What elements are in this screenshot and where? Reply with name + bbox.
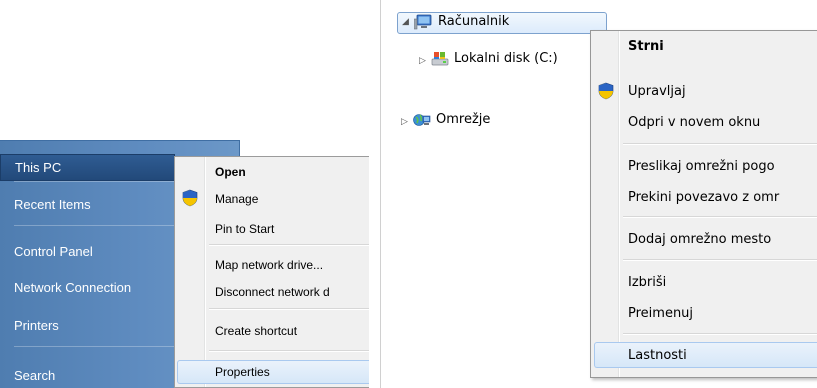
tree-item-local-disk[interactable]: Lokalni disk (C:) [454, 51, 558, 66]
menu-item-lastnosti[interactable]: Lastnosti [628, 348, 687, 363]
uac-shield-icon [182, 189, 198, 207]
menu-item-properties[interactable]: Properties [215, 365, 270, 379]
tree-item-computer[interactable]: Računalnik [438, 14, 509, 29]
menu-item-map-network-drive[interactable]: Map network drive... [215, 258, 323, 272]
menu-item-preslikaj-omrezni-pogon[interactable]: Preslikaj omrežni pogo [628, 159, 775, 174]
menu-separator [623, 216, 817, 218]
menu-item-open[interactable]: Open [215, 165, 246, 179]
menu-item-preimenuj[interactable]: Preimenuj [628, 306, 693, 321]
menu-item-strni[interactable]: Strni [628, 39, 664, 54]
drive-icon [431, 52, 449, 66]
menu-item-odpri-v-novem-oknu[interactable]: Odpri v novem oknu [628, 115, 760, 130]
menu-item-izbrisi[interactable]: Izbriši [628, 275, 666, 290]
menu-item-dodaj-omrezno-mesto[interactable]: Dodaj omrežno mesto [628, 232, 771, 247]
menu-item-pin-to-start[interactable]: Pin to Start [215, 222, 274, 236]
start-item-search[interactable]: Search [14, 368, 55, 383]
context-menu-left: Open Manage Pin to Start Map network dri… [174, 156, 369, 388]
menu-separator [209, 308, 369, 310]
menu-item-manage[interactable]: Manage [215, 192, 258, 206]
start-item-printers[interactable]: Printers [14, 318, 59, 333]
menu-separator [209, 350, 369, 352]
menu-gutter-edge [619, 31, 620, 377]
start-item-recent-items[interactable]: Recent Items [14, 197, 91, 212]
collapsed-arrow-icon[interactable]: ▷ [419, 56, 426, 66]
start-item-label: This PC [15, 160, 62, 175]
menu-item-upravljaj[interactable]: Upravljaj [628, 84, 686, 99]
collapsed-arrow-icon[interactable]: ▷ [401, 117, 408, 127]
network-icon [413, 114, 431, 126]
menu-item-properties-highlight [177, 360, 369, 384]
uac-shield-icon [598, 82, 614, 100]
tree-item-network[interactable]: Omrežje [436, 112, 490, 127]
menu-separator [209, 244, 369, 246]
menu-item-disconnect-network-drive[interactable]: Disconnect network d [215, 285, 330, 299]
expanded-arrow-icon[interactable]: ◢ [402, 17, 409, 27]
menu-item-create-shortcut[interactable]: Create shortcut [215, 324, 297, 338]
menu-separator [623, 259, 817, 261]
computer-icon [414, 14, 432, 30]
menu-gutter-edge [205, 157, 206, 387]
menu-item-prekini-povezavo[interactable]: Prekini povezavo z omr [628, 190, 779, 205]
start-item-control-panel[interactable]: Control Panel [14, 244, 93, 259]
context-menu-right: Strni Upravljaj Odpri v novem oknu Presl… [590, 30, 817, 378]
start-item-this-pc[interactable]: This PC [0, 154, 175, 181]
start-item-network-connection[interactable]: Network Connection [14, 280, 131, 295]
menu-separator [623, 143, 817, 145]
menu-separator [623, 333, 817, 335]
